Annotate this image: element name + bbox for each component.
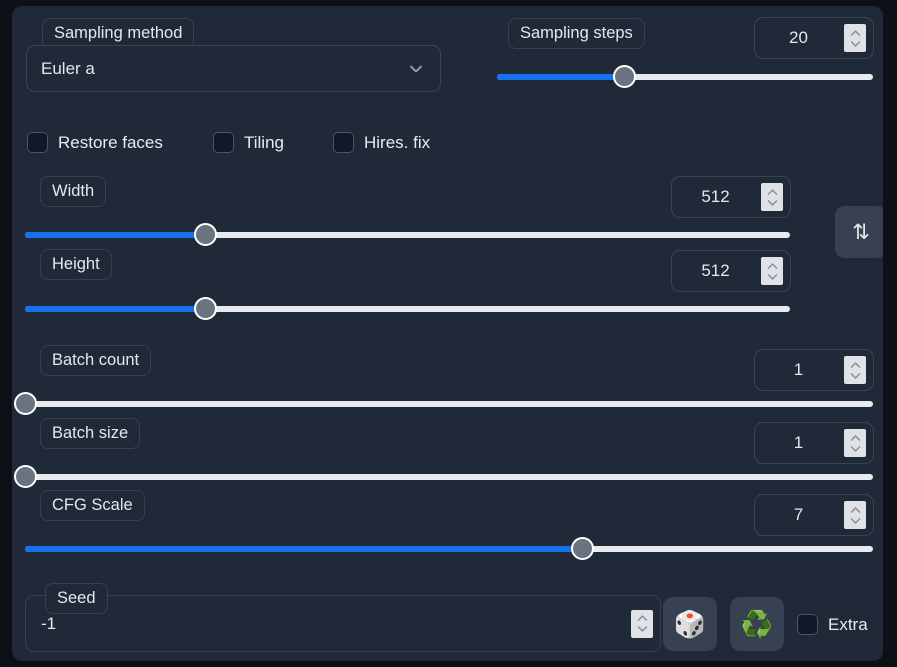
checkbox-box[interactable] xyxy=(27,132,48,153)
checkbox-box[interactable] xyxy=(333,132,354,153)
txt2img-settings-screen: Sampling method Euler a Sampling steps 2… xyxy=(0,0,897,667)
batch-count-slider[interactable] xyxy=(13,392,873,415)
recycle-icon: ♻️ xyxy=(740,609,774,639)
slider-track xyxy=(25,401,873,407)
slider-thumb[interactable] xyxy=(13,392,37,415)
slider-thumb[interactable] xyxy=(194,297,218,320)
cfg-scale-value: 7 xyxy=(793,505,804,524)
sampling-method-dropdown[interactable]: Euler a xyxy=(26,45,441,92)
sampling-method-value: Euler a xyxy=(41,58,95,78)
seed-label: Seed xyxy=(45,583,108,614)
batch-count-stepper[interactable] xyxy=(844,356,866,384)
settings-panel: Sampling method Euler a Sampling steps 2… xyxy=(12,6,883,661)
width-input[interactable]: 512 xyxy=(671,176,791,218)
seed-input[interactable]: Seed -1 xyxy=(25,583,661,652)
sampling-steps-input[interactable]: 20 xyxy=(754,17,874,59)
hires-fix-checkbox[interactable]: Hires. fix xyxy=(333,132,430,153)
batch-size-slider[interactable] xyxy=(13,465,873,488)
slider-track xyxy=(25,474,873,480)
slider-thumb[interactable] xyxy=(571,537,595,560)
swap-vertical-icon: ⇅ xyxy=(852,220,870,244)
cfg-scale-label: CFG Scale xyxy=(40,490,145,521)
slider-thumb[interactable] xyxy=(13,465,37,488)
restore-faces-checkbox[interactable]: Restore faces xyxy=(27,132,163,153)
dice-icon: 🎲 xyxy=(673,609,707,639)
height-value: 512 xyxy=(701,261,730,280)
reuse-seed-button[interactable]: ♻️ xyxy=(730,597,784,651)
height-stepper[interactable] xyxy=(761,257,783,285)
sampling-steps-stepper[interactable] xyxy=(844,24,866,52)
restore-faces-label: Restore faces xyxy=(58,132,163,152)
batch-count-input[interactable]: 1 xyxy=(754,349,874,391)
slider-fill xyxy=(25,306,206,312)
batch-size-value: 1 xyxy=(793,433,804,452)
batch-count-label: Batch count xyxy=(40,345,152,376)
cfg-scale-slider[interactable] xyxy=(25,537,873,560)
height-label: Height xyxy=(40,249,112,280)
sampling-steps-value: 20 xyxy=(789,28,808,47)
hires-fix-label: Hires. fix xyxy=(364,132,431,152)
swap-dimensions-button[interactable]: ⇅ xyxy=(835,206,883,258)
checkbox-box[interactable] xyxy=(213,132,234,153)
chevron-down-icon xyxy=(406,59,426,79)
slider-thumb[interactable] xyxy=(194,223,218,246)
extra-label: Extra xyxy=(828,614,868,634)
height-input[interactable]: 512 xyxy=(671,250,791,292)
cfg-scale-stepper[interactable] xyxy=(844,501,866,529)
batch-count-value: 1 xyxy=(793,360,804,379)
sampling-steps-slider[interactable] xyxy=(497,65,873,88)
cfg-scale-input[interactable]: 7 xyxy=(754,494,874,536)
width-slider[interactable] xyxy=(25,223,790,246)
sampling-steps-label: Sampling steps xyxy=(508,18,645,49)
slider-thumb[interactable] xyxy=(613,65,637,88)
checkbox-box[interactable] xyxy=(797,614,818,635)
width-value: 512 xyxy=(701,187,730,206)
height-slider[interactable] xyxy=(25,297,790,320)
batch-size-label: Batch size xyxy=(40,418,141,449)
seed-value: -1 xyxy=(41,613,57,633)
batch-size-stepper[interactable] xyxy=(844,429,866,457)
tiling-label: Tiling xyxy=(244,132,284,152)
slider-fill xyxy=(25,546,583,552)
tiling-checkbox[interactable]: Tiling xyxy=(213,132,284,153)
batch-size-input[interactable]: 1 xyxy=(754,422,874,464)
extra-seed-checkbox[interactable]: Extra xyxy=(797,614,868,635)
slider-fill xyxy=(497,74,625,80)
width-stepper[interactable] xyxy=(761,183,783,211)
slider-fill xyxy=(25,232,206,238)
seed-stepper[interactable] xyxy=(631,609,653,638)
random-seed-button[interactable]: 🎲 xyxy=(663,597,717,651)
width-label: Width xyxy=(40,176,107,207)
